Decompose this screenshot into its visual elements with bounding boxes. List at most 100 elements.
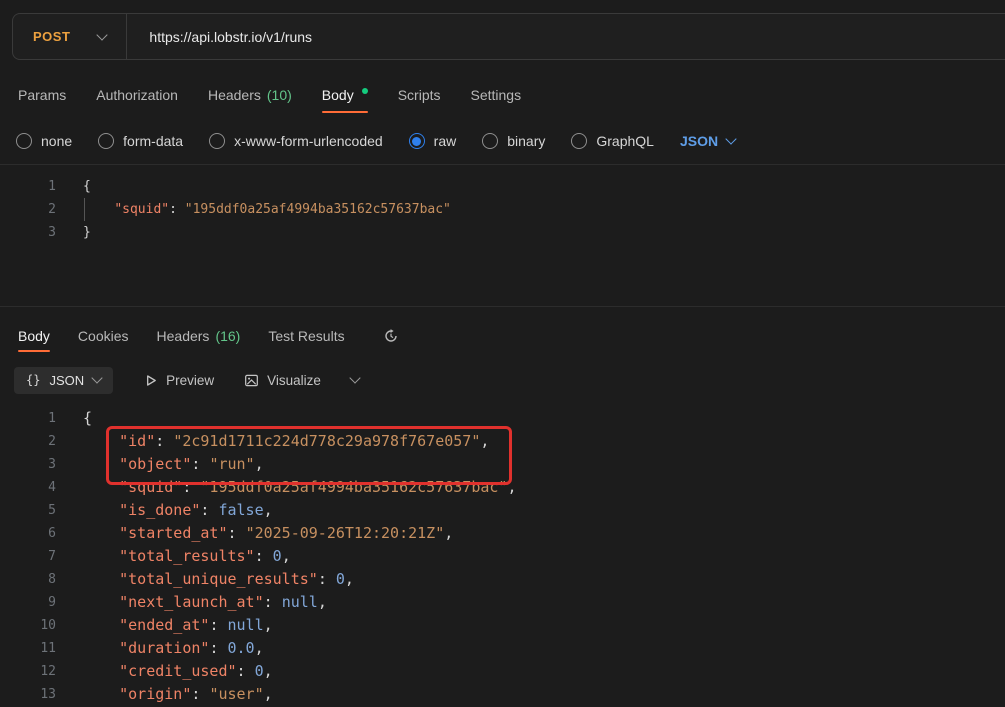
tab-cookies[interactable]: Cookies (78, 315, 129, 357)
tab-settings[interactable]: Settings (471, 72, 522, 118)
code-token: "195ddf0a25af4994ba35162c57637bac" (185, 202, 451, 217)
code-token: : (209, 639, 227, 657)
preview-button[interactable]: Preview (143, 373, 214, 388)
response-toolbar: {} JSON Preview Visualize (0, 359, 1005, 401)
line-number: 11 (0, 637, 56, 660)
line-content: "total_results": 0, (56, 545, 291, 568)
response-section: Body Cookies Headers(16) Test Results {} JS… (0, 306, 1005, 707)
chevron-down-icon[interactable] (349, 372, 360, 383)
code-line: 10 "ended_at": null, (0, 614, 1005, 637)
body-type-graphql[interactable]: GraphQL (571, 133, 654, 149)
chevron-down-icon (97, 29, 108, 40)
body-type-raw[interactable]: raw (409, 133, 457, 149)
code-token: false (218, 501, 263, 519)
radio-label: binary (507, 133, 545, 149)
line-content: "squid": "195ddf0a25af4994ba35162c57637b… (56, 198, 451, 221)
history-icon[interactable] (383, 328, 399, 344)
code-token: "total_unique_results" (119, 570, 318, 588)
tab-scripts[interactable]: Scripts (398, 72, 441, 118)
code-token: null (228, 616, 264, 634)
code-token: , (444, 524, 453, 542)
line-number: 1 (0, 407, 56, 430)
tab-headers[interactable]: Headers(16) (157, 315, 241, 357)
tab-label: Test Results (268, 328, 344, 344)
code-token: : (182, 478, 200, 496)
code-token (83, 662, 119, 680)
chevron-down-icon (725, 133, 736, 144)
tab-authorization[interactable]: Authorization (96, 72, 178, 118)
code-token: "started_at" (119, 524, 227, 542)
line-content: "id": "2c91d1711c224d778c29a978f767e057"… (56, 430, 489, 453)
code-token: , (264, 685, 273, 703)
line-number: 2 (0, 430, 56, 453)
code-token (83, 616, 119, 634)
raw-language-dropdown[interactable]: JSON (680, 133, 735, 149)
line-content: "is_done": false, (56, 499, 273, 522)
code-token: "is_done" (119, 501, 200, 519)
tab-params[interactable]: Params (18, 72, 66, 118)
tab-label: Cookies (78, 328, 129, 344)
raw-language-label: JSON (680, 133, 718, 149)
tab-count-badge: (10) (267, 87, 292, 103)
line-number: 1 (0, 175, 56, 198)
code-line: 2 "squid": "195ddf0a25af4994ba35162c5763… (0, 198, 1005, 221)
code-token: : (255, 547, 273, 565)
line-number: 8 (0, 568, 56, 591)
code-token: "2c91d1711c224d778c29a978f767e057" (173, 432, 480, 450)
method-label: POST (33, 29, 70, 44)
line-content: "started_at": "2025-09-26T12:20:21Z", (56, 522, 453, 545)
code-token: "2025-09-26T12:20:21Z" (246, 524, 445, 542)
code-token: : (228, 524, 246, 542)
code-line: 3} (0, 221, 1005, 244)
tab-body[interactable]: Body (322, 72, 368, 118)
code-token (83, 524, 119, 542)
radio-icon (409, 133, 425, 149)
indent-guide (84, 198, 85, 221)
radio-label: GraphQL (596, 133, 654, 149)
radio-icon (571, 133, 587, 149)
line-number: 3 (0, 453, 56, 476)
code-token: null (282, 593, 318, 611)
request-body-editor[interactable]: 1{2 "squid": "195ddf0a25af4994ba35162c57… (0, 164, 1005, 306)
method-dropdown[interactable]: POST (13, 29, 126, 44)
request-tabs: Params Authorization Headers(10) Body Script… (0, 60, 1005, 118)
code-line: 6 "started_at": "2025-09-26T12:20:21Z", (0, 522, 1005, 545)
code-line: 2 "id": "2c91d1711c224d778c29a978f767e05… (0, 430, 1005, 453)
radio-icon (16, 133, 32, 149)
visualize-button[interactable]: Visualize (244, 373, 321, 388)
code-token: "total_results" (119, 547, 254, 565)
code-line: 1{ (0, 175, 1005, 198)
line-number: 10 (0, 614, 56, 637)
code-token: "origin" (119, 685, 191, 703)
code-token (83, 547, 119, 565)
body-type-x-www-form-urlencoded[interactable]: x-www-form-urlencoded (209, 133, 383, 149)
code-token: 0 (336, 570, 345, 588)
response-format-dropdown[interactable]: {} JSON (14, 367, 113, 394)
body-type-none[interactable]: none (16, 133, 72, 149)
code-token: "ended_at" (119, 616, 209, 634)
tab-headers[interactable]: Headers(10) (208, 72, 292, 118)
code-token: , (282, 547, 291, 565)
code-line: 3 "object": "run", (0, 453, 1005, 476)
tab-test-results[interactable]: Test Results (268, 315, 344, 357)
response-body-viewer[interactable]: 1{2 "id": "2c91d1711c224d778c29a978f767e… (0, 401, 1005, 707)
preview-label: Preview (166, 373, 214, 388)
response-tabs: Body Cookies Headers(16) Test Results (0, 307, 1005, 357)
braces-icon: {} (26, 373, 40, 387)
code-token: 0 (273, 547, 282, 565)
line-content: "total_unique_results": 0, (56, 568, 354, 591)
line-number: 7 (0, 545, 56, 568)
tab-body[interactable]: Body (18, 315, 50, 357)
code-token: "195ddf0a25af4994ba35162c57637bac" (200, 478, 507, 496)
line-content: "object": "run", (56, 453, 264, 476)
url-input[interactable]: https://api.lobstr.io/v1/runs (127, 29, 312, 45)
code-token: : (237, 662, 255, 680)
body-type-binary[interactable]: binary (482, 133, 545, 149)
code-token: "id" (119, 432, 155, 450)
code-line: 7 "total_results": 0, (0, 545, 1005, 568)
line-number: 2 (0, 198, 56, 221)
code-token: 0.0 (228, 639, 255, 657)
unsaved-changes-dot (362, 88, 368, 94)
tab-label: Settings (471, 87, 522, 103)
body-type-form-data[interactable]: form-data (98, 133, 183, 149)
